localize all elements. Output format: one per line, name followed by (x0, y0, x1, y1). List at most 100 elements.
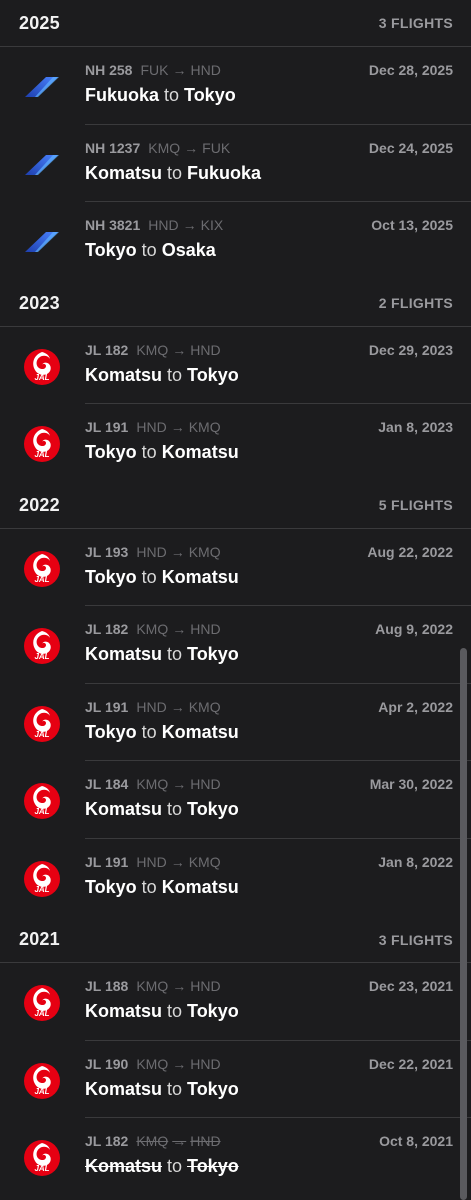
flight-number: NH 3821 (85, 217, 141, 233)
flight-number: JL 182 (85, 1133, 129, 1149)
flight-row[interactable]: NH 258 FUK → HND Dec 28, 2025 Fukuoka to Tokyo (0, 47, 471, 125)
jal-logo: JAL (22, 424, 62, 464)
destination-code: FUK (202, 139, 231, 156)
flight-count: 3 FLIGHTS (378, 15, 453, 31)
flight-row[interactable]: JAL JL 191 HND → KMQ Jan 8, 2023 Tokyo to Komats… (0, 404, 471, 482)
jal-logo: JAL (22, 549, 62, 589)
ana-logo (22, 67, 62, 107)
destination-code: KMQ (188, 698, 221, 715)
flight-number-line: JL 193 HND → KMQ (85, 544, 221, 560)
route-title: Tokyo to Komatsu (85, 442, 239, 463)
flight-number-line: JL 184 KMQ → HND (85, 776, 221, 792)
flight-number: JL 184 (85, 776, 129, 792)
flight-content: JL 182 KMQ → HND Dec 29, 2023 Komatsu to Tokyo (85, 327, 471, 404)
flight-number-line: JL 182 KMQ → HND (85, 621, 221, 637)
destination-city: Tokyo (187, 1001, 239, 1021)
flight-row[interactable]: JAL JL 182 KMQ → HND Oct 8, 2021 Komatsu to Toky… (0, 1118, 471, 1196)
destination-city: Osaka (161, 240, 216, 260)
airport-codes: HND → KMQ (136, 699, 220, 715)
year-header: 2023 2 FLIGHTS (0, 281, 471, 327)
destination-code: HND (190, 341, 221, 358)
destination-code: HND (190, 978, 221, 994)
flight-date: Jan 8, 2023 (378, 419, 453, 435)
flight-row[interactable]: NH 1237 KMQ → FUK Dec 24, 2025 Komatsu to Fukuo… (0, 125, 471, 202)
flight-row[interactable]: NH 3821 HND → KIX Oct 13, 2025 Tokyo to Osaka (0, 202, 471, 280)
flight-row[interactable]: JAL JL 188 KMQ → HND Dec 23, 2021 Komatsu to Tok… (0, 963, 471, 1041)
flight-row[interactable]: JAL JL 193 HND → KMQ Aug 22, 2022 Tokyo to Komat… (0, 529, 471, 606)
route-connector: to (141, 721, 157, 742)
flight-row[interactable]: JAL JL 191 HND → KMQ Apr 2, 2022 Tokyo to Komats… (0, 684, 471, 761)
flight-row[interactable]: JAL JL 184 KMQ → HND Mar 30, 2022 Komatsu to Tok… (0, 761, 471, 839)
flight-date: Dec 29, 2023 (368, 341, 453, 358)
year-label: 2025 (19, 12, 60, 33)
flight-row[interactable]: JAL JL 182 KMQ → HND Aug 9, 2022 Komatsu to Toky… (0, 606, 471, 684)
arrow-icon: → (172, 62, 187, 78)
year-header: 2022 5 FLIGHTS (0, 483, 471, 529)
flight-date: Dec 24, 2025 (368, 139, 453, 156)
airport-codes: KMQ → HND (136, 621, 220, 637)
origin-city: Tokyo (85, 442, 137, 462)
route-title: Komatsu to Tokyo (85, 1079, 239, 1100)
arrow-icon: → (172, 1055, 187, 1072)
route-title: Tokyo to Komatsu (85, 567, 239, 588)
destination-code: KMQ (188, 419, 221, 435)
origin-city: Komatsu (85, 1078, 163, 1099)
flight-count: 2 FLIGHTS (378, 295, 453, 311)
route-connector: to (141, 240, 157, 260)
jal-logo: JAL (22, 347, 62, 387)
flight-row[interactable]: JAL JL 182 KMQ → HND Dec 29, 2023 Komatsu to Tok… (0, 327, 471, 404)
route-connector: to (167, 162, 183, 183)
origin-city: Tokyo (85, 876, 137, 897)
destination-city: Komatsu (161, 442, 239, 462)
destination-code: HND (190, 621, 221, 637)
ana-logo (22, 222, 62, 262)
route-connector: to (167, 644, 183, 664)
origin-city: Komatsu (85, 1001, 163, 1021)
flight-content: JL 190 KMQ → HND Dec 22, 2021 Komatsu to Tokyo (85, 1041, 471, 1118)
flight-content: JL 191 HND → KMQ Jan 8, 2022 Tokyo to Komatsu (85, 839, 471, 917)
airport-codes: KMQ → HND (136, 342, 220, 358)
origin-city: Fukuoka (85, 85, 160, 105)
origin-city: Tokyo (85, 721, 137, 742)
jal-logo: JAL (22, 626, 62, 666)
origin-code: KMQ (136, 978, 169, 994)
destination-code: HND (190, 1133, 221, 1149)
airport-codes: KMQ → HND (136, 776, 220, 792)
origin-code: KMQ (136, 1133, 169, 1149)
arrow-icon: → (172, 621, 187, 637)
destination-city: Tokyo (187, 364, 239, 385)
flight-date: Oct 8, 2021 (379, 1133, 453, 1149)
airport-codes: KMQ → HND (136, 1056, 220, 1072)
year-label: 2023 (19, 292, 60, 313)
flight-date: Jan 8, 2022 (378, 853, 453, 870)
jal-logo: JAL (22, 983, 62, 1023)
flight-number: JL 191 (85, 419, 129, 435)
ana-logo (22, 145, 62, 185)
flight-number-line: JL 188 KMQ → HND (85, 978, 221, 994)
flight-date: Dec 23, 2021 (368, 978, 453, 994)
svg-text:JAL: JAL (34, 373, 49, 382)
flight-content: JL 184 KMQ → HND Mar 30, 2022 Komatsu to Tokyo (85, 761, 471, 839)
flight-row[interactable]: JAL JL 190 KMQ → HND Dec 22, 2021 Komatsu to Tok… (0, 1041, 471, 1118)
flight-number-line: NH 3821 HND → KIX (85, 217, 223, 233)
arrow-icon: → (172, 776, 187, 792)
flight-content: JL 188 KMQ → HND Dec 23, 2021 Komatsu to Tokyo (85, 963, 471, 1041)
route-title: Komatsu to Tokyo (85, 1156, 239, 1177)
destination-city: Komatsu (161, 876, 239, 897)
route-title: Komatsu to Tokyo (85, 644, 239, 665)
year-label: 2021 (19, 929, 60, 949)
arrow-icon: → (182, 217, 197, 233)
arrow-icon: → (184, 139, 199, 156)
origin-code: HND (148, 217, 179, 233)
destination-code: HND (190, 776, 221, 792)
origin-code: FUK (140, 62, 169, 78)
flight-date: Apr 2, 2022 (378, 698, 453, 715)
route-title: Komatsu to Tokyo (85, 1001, 239, 1022)
scrollbar[interactable] (460, 648, 467, 1200)
flight-row[interactable]: JAL JL 191 HND → KMQ Jan 8, 2022 Tokyo to Komats… (0, 839, 471, 917)
airport-codes: HND → KIX (148, 217, 223, 233)
year-header: 2025 3 FLIGHTS (0, 0, 471, 47)
route-connector: to (141, 876, 157, 897)
flight-number: JL 182 (85, 621, 129, 637)
destination-code: KMQ (188, 853, 221, 870)
